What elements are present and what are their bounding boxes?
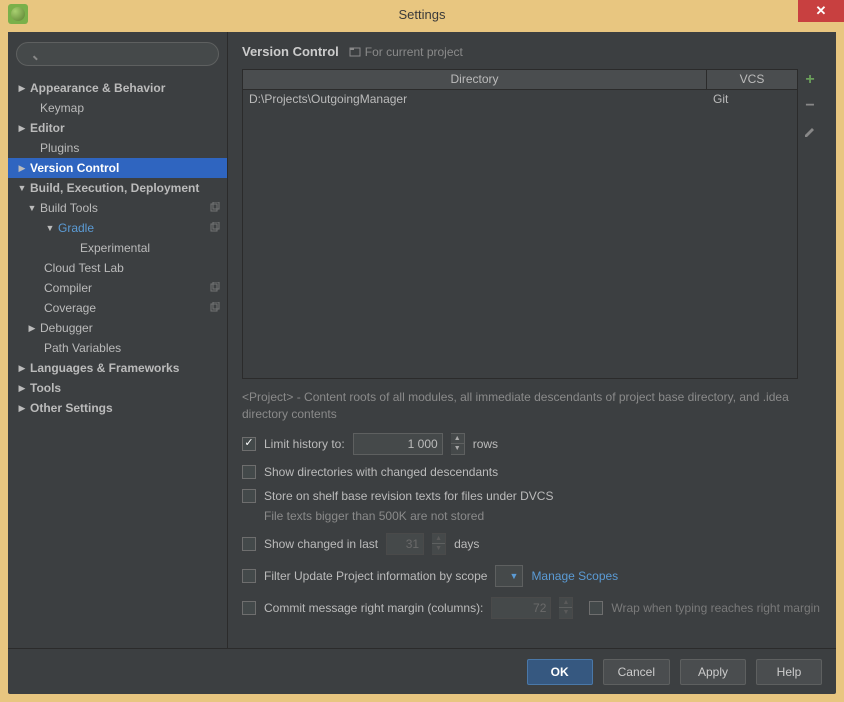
manage-scopes-link[interactable]: Manage Scopes bbox=[531, 569, 618, 583]
tree-item-build-exec[interactable]: Build, Execution, Deployment bbox=[8, 178, 227, 198]
commit-margin-checkbox[interactable] bbox=[242, 601, 256, 615]
project-hint: <Project> - Content roots of all modules… bbox=[228, 379, 836, 429]
sidebar: Appearance & Behavior Keymap Editor Plug… bbox=[8, 32, 228, 648]
col-directory[interactable]: Directory bbox=[243, 70, 707, 89]
show-changed-checkbox[interactable] bbox=[242, 537, 256, 551]
tree-item-cloud-test[interactable]: Cloud Test Lab bbox=[8, 258, 227, 278]
project-icon bbox=[349, 46, 361, 58]
show-dirs-label: Show directories with changed descendant… bbox=[264, 465, 498, 479]
commit-margin-input bbox=[491, 597, 551, 619]
scope-combo[interactable]: ▼ bbox=[495, 565, 523, 587]
tree-item-editor[interactable]: Editor bbox=[8, 118, 227, 138]
ok-button[interactable]: OK bbox=[527, 659, 593, 685]
store-shelf-label: Store on shelf base revision texts for f… bbox=[264, 489, 553, 503]
close-button[interactable]: ✕ bbox=[798, 0, 844, 22]
edit-button[interactable] bbox=[801, 123, 819, 141]
copy-icon bbox=[209, 202, 221, 214]
show-dirs-checkbox[interactable] bbox=[242, 465, 256, 479]
cell-vcs: Git bbox=[707, 90, 797, 110]
copy-icon bbox=[209, 282, 221, 294]
commit-margin-spinner: ▲▼ bbox=[559, 597, 573, 619]
store-shelf-checkbox[interactable] bbox=[242, 489, 256, 503]
tree-item-path-vars[interactable]: Path Variables bbox=[8, 338, 227, 358]
show-changed-label: Show changed in last bbox=[264, 537, 378, 551]
tree-item-gradle[interactable]: Gradle bbox=[8, 218, 227, 238]
limit-history-checkbox[interactable] bbox=[242, 437, 256, 451]
tree-item-plugins[interactable]: Plugins bbox=[8, 138, 227, 158]
tree-item-compiler[interactable]: Compiler bbox=[8, 278, 227, 298]
tree-item-appearance[interactable]: Appearance & Behavior bbox=[8, 78, 227, 98]
show-changed-input bbox=[386, 533, 424, 555]
tree-item-build-tools[interactable]: Build Tools bbox=[8, 198, 227, 218]
page-subtitle: For current project bbox=[349, 45, 463, 59]
commit-margin-label: Commit message right margin (columns): bbox=[264, 601, 483, 615]
store-shelf-hint: File texts bigger than 500K are not stor… bbox=[242, 509, 822, 523]
show-changed-spinner: ▲▼ bbox=[432, 533, 446, 555]
dialog-footer: OK Cancel Apply Help bbox=[8, 648, 836, 694]
settings-tree: Appearance & Behavior Keymap Editor Plug… bbox=[8, 76, 227, 648]
search-input[interactable] bbox=[16, 42, 219, 66]
limit-history-input[interactable] bbox=[353, 433, 443, 455]
limit-history-label: Limit history to: bbox=[264, 437, 345, 451]
titlebar: Settings ✕ bbox=[0, 0, 844, 28]
filter-scope-checkbox[interactable] bbox=[242, 569, 256, 583]
tree-item-keymap[interactable]: Keymap bbox=[8, 98, 227, 118]
tree-item-experimental[interactable]: Experimental bbox=[8, 238, 227, 258]
app-icon bbox=[8, 4, 28, 24]
filter-scope-label: Filter Update Project information by sco… bbox=[264, 569, 487, 583]
tree-item-version-control[interactable]: Version Control bbox=[8, 158, 227, 178]
main-header: Version Control For current project bbox=[228, 32, 836, 69]
copy-icon bbox=[209, 302, 221, 314]
help-button[interactable]: Help bbox=[756, 659, 822, 685]
add-button[interactable]: + bbox=[801, 71, 819, 89]
copy-icon bbox=[209, 222, 221, 234]
remove-button[interactable]: − bbox=[801, 97, 819, 115]
show-changed-unit: days bbox=[454, 537, 479, 551]
wrap-checkbox[interactable] bbox=[589, 601, 603, 615]
table-row[interactable]: D:\Projects\OutgoingManager Git bbox=[243, 90, 797, 110]
tree-item-coverage[interactable]: Coverage bbox=[8, 298, 227, 318]
limit-history-spinner[interactable]: ▲▼ bbox=[451, 433, 465, 455]
wrap-label: Wrap when typing reaches right margin bbox=[611, 601, 820, 615]
apply-button[interactable]: Apply bbox=[680, 659, 746, 685]
tree-item-tools[interactable]: Tools bbox=[8, 378, 227, 398]
limit-history-unit: rows bbox=[473, 437, 498, 451]
cancel-button[interactable]: Cancel bbox=[603, 659, 670, 685]
cell-directory: D:\Projects\OutgoingManager bbox=[243, 90, 707, 110]
window-title: Settings bbox=[399, 7, 446, 22]
tree-item-other-settings[interactable]: Other Settings bbox=[8, 398, 227, 418]
tree-item-debugger[interactable]: Debugger bbox=[8, 318, 227, 338]
search-icon bbox=[16, 42, 219, 66]
chevron-down-icon: ▼ bbox=[510, 571, 519, 581]
col-vcs[interactable]: VCS bbox=[707, 70, 797, 89]
page-title: Version Control bbox=[242, 44, 339, 59]
vcs-table: Directory VCS D:\Projects\OutgoingManage… bbox=[242, 69, 798, 379]
tree-item-languages[interactable]: Languages & Frameworks bbox=[8, 358, 227, 378]
